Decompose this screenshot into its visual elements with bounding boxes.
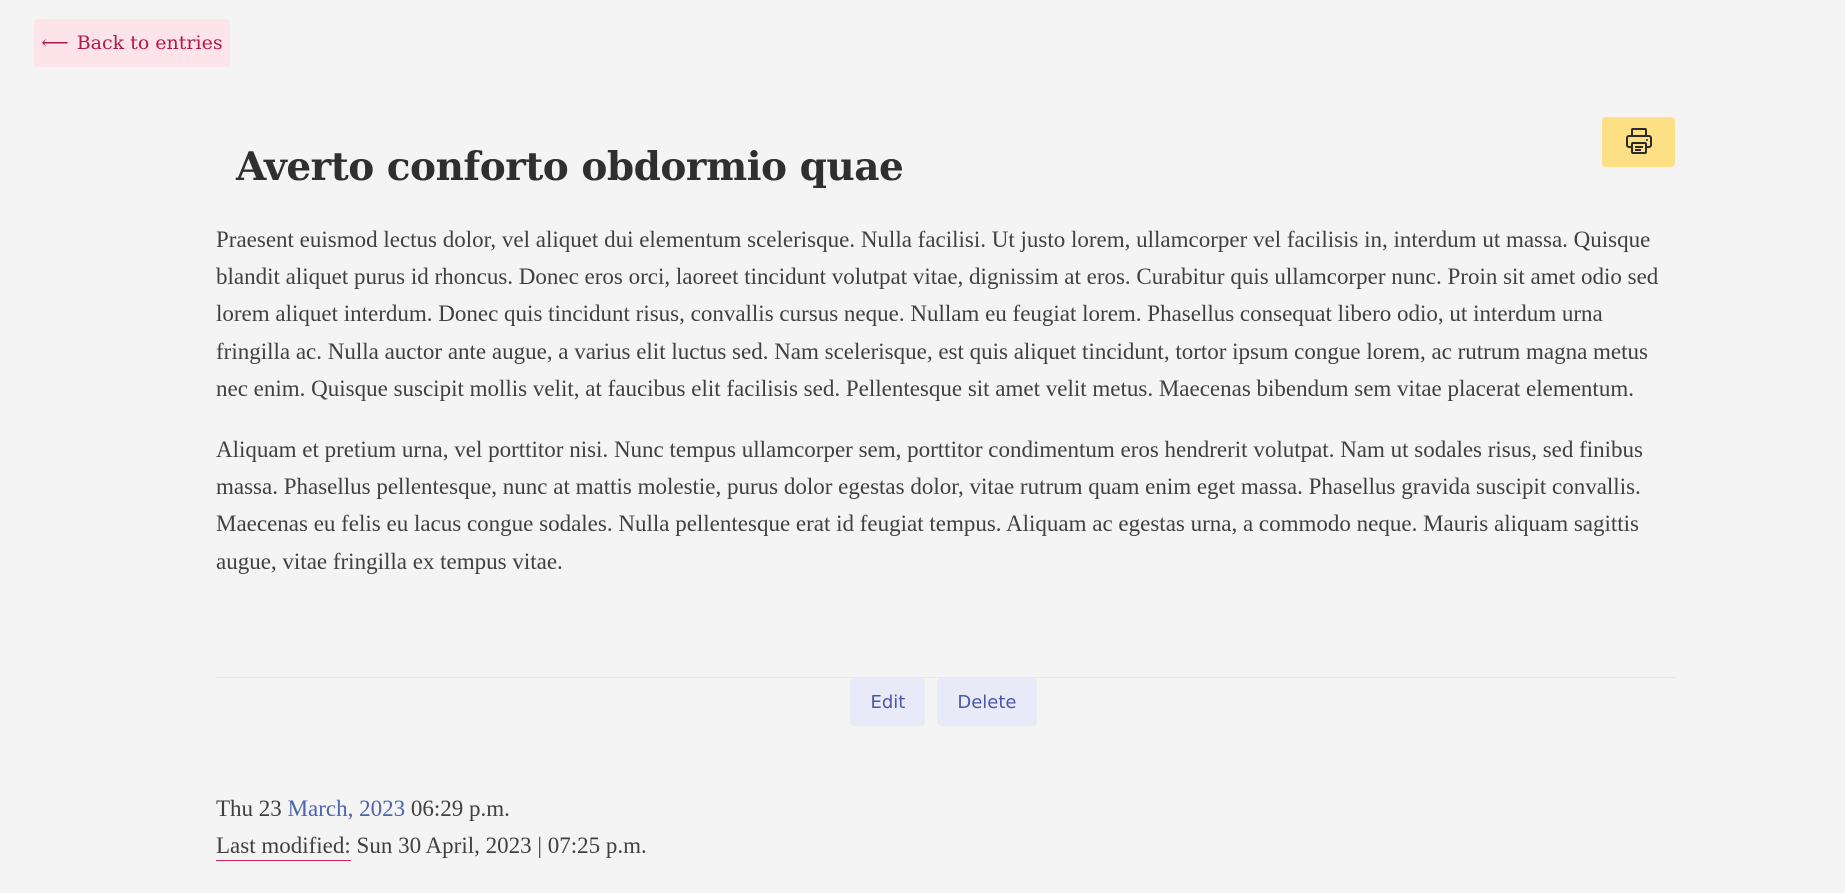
entry-paragraph: Praesent euismod lectus dolor, vel aliqu…	[216, 227, 1659, 401]
created-date-prefix: Thu 23	[216, 796, 282, 821]
back-arrow-icon: ⟵	[41, 32, 69, 54]
edit-button[interactable]: Edit	[850, 678, 926, 726]
created-date: Thu 23 March, 2023 06:29 p.m.	[216, 790, 647, 827]
printer-icon	[1624, 127, 1654, 158]
entry-paragraph: Aliquam et pretium urna, vel porttitor n…	[216, 437, 1643, 574]
last-modified: Last modified: Sun 30 April, 2023 | 07:2…	[216, 827, 647, 864]
month-archive-link[interactable]: March, 2023	[288, 796, 406, 821]
entry-body: Praesent euismod lectus dolor, vel aliqu…	[216, 221, 1676, 604]
delete-button[interactable]: Delete	[937, 678, 1037, 726]
back-link-label: Back to entries	[76, 32, 223, 54]
entry-title: Averto conforto obdormio quae	[236, 144, 904, 190]
last-modified-label: Last modified:	[216, 833, 351, 861]
back-to-entries-link[interactable]: ⟵ Back to entries	[34, 19, 230, 67]
entry-actions: Edit Delete	[0, 678, 1845, 726]
print-button[interactable]	[1602, 117, 1675, 167]
last-modified-value: Sun 30 April, 2023 | 07:25 p.m.	[356, 833, 647, 858]
created-time: 06:29 p.m.	[410, 796, 510, 821]
entry-meta: Thu 23 March, 2023 06:29 p.m. Last modif…	[216, 790, 647, 864]
